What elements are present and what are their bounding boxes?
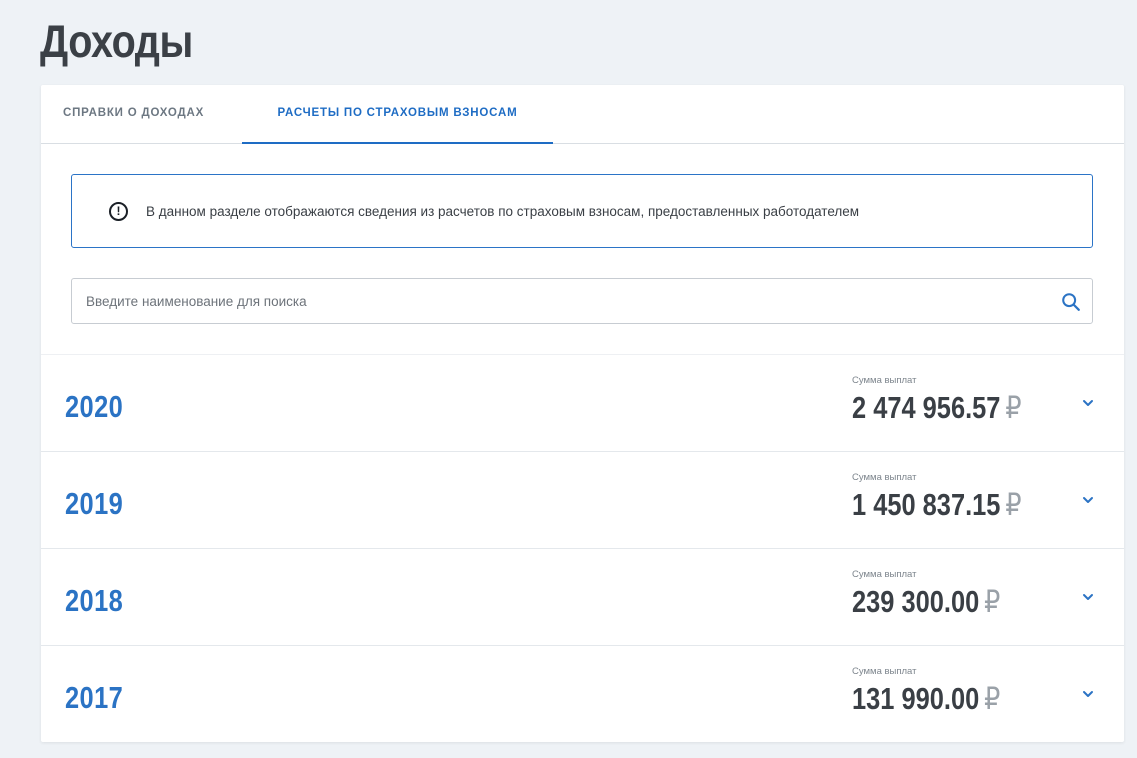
active-tab-indicator [242,142,553,144]
search-icon[interactable] [1060,291,1082,313]
sum-value: 1 450 837.15 ₽ [852,487,1022,523]
tab-income-certificates[interactable]: СПРАВКИ О ДОХОДАХ [63,85,242,143]
chevron-down-icon[interactable] [1081,493,1095,507]
tab-label: РАСЧЕТЫ ПО СТРАХОВЫМ ВЗНОСАМ [277,107,518,119]
year-label: 2020 [65,389,124,424]
year-label: 2018 [65,583,124,618]
sum-label: Сумма выплат [852,375,917,386]
currency-symbol: ₽ [984,584,1001,619]
info-banner: ! В данном разделе отображаются сведения… [71,174,1093,248]
sum-value: 239 300.00 ₽ [852,584,1000,620]
sum-amount: 2 474 956.57 [852,390,1001,425]
chevron-down-icon[interactable] [1081,590,1095,604]
income-card: СПРАВКИ О ДОХОДАХ РАСЧЕТЫ ПО СТРАХОВЫМ В… [41,85,1124,742]
tab-insurance-calculations[interactable]: РАСЧЕТЫ ПО СТРАХОВЫМ ВЗНОСАМ [242,85,553,144]
sum-amount: 1 450 837.15 [852,487,1001,522]
sum-label: Сумма выплат [852,666,917,677]
search-input[interactable] [86,293,1046,309]
page-title: Доходы [40,15,193,67]
year-label: 2019 [65,486,124,521]
sum-label: Сумма выплат [852,569,917,580]
tabs-bar: СПРАВКИ О ДОХОДАХ РАСЧЕТЫ ПО СТРАХОВЫМ В… [41,85,1124,144]
sum-amount: 239 300.00 [852,584,980,619]
year-row[interactable]: 2017 Сумма выплат 131 990.00 ₽ [41,645,1124,742]
sum-amount: 131 990.00 [852,681,980,716]
sum-value: 2 474 956.57 ₽ [852,390,1022,426]
currency-symbol: ₽ [1005,487,1022,522]
chevron-down-icon[interactable] [1081,687,1095,701]
sum-value: 131 990.00 ₽ [852,681,1000,717]
exclamation-circle-icon: ! [109,201,128,221]
info-text: В данном разделе отображаются сведения и… [146,203,860,219]
year-row[interactable]: 2019 Сумма выплат 1 450 837.15 ₽ [41,451,1124,548]
currency-symbol: ₽ [1005,390,1022,425]
sum-label: Сумма выплат [852,472,917,483]
year-label: 2017 [65,680,124,715]
year-list: 2020 Сумма выплат 2 474 956.57 ₽ 2019 Сум… [41,354,1124,742]
search-field [71,278,1093,324]
chevron-down-icon[interactable] [1081,396,1095,410]
year-row[interactable]: 2020 Сумма выплат 2 474 956.57 ₽ [41,354,1124,451]
currency-symbol: ₽ [984,681,1001,716]
year-row[interactable]: 2018 Сумма выплат 239 300.00 ₽ [41,548,1124,645]
